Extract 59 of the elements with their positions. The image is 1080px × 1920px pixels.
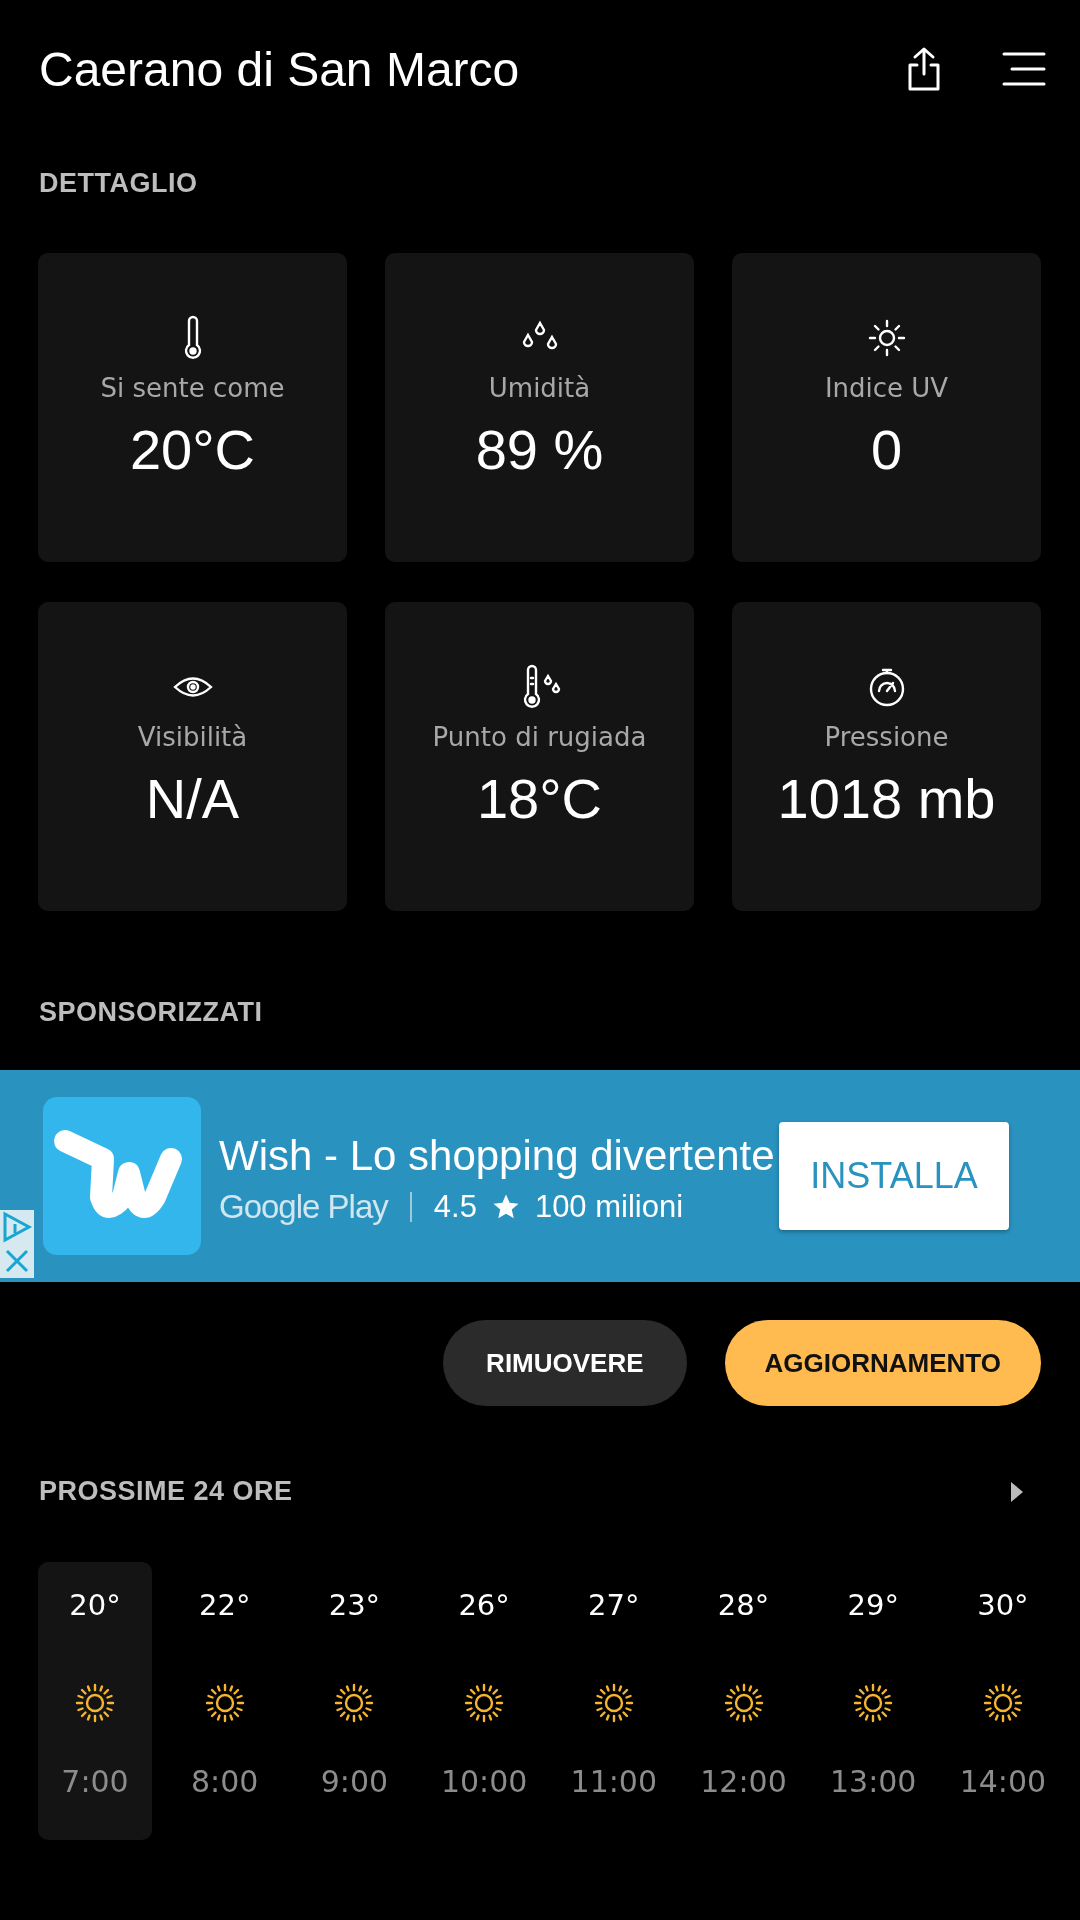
install-button[interactable]: INSTALLA bbox=[779, 1122, 1009, 1230]
hour-time: 8:00 bbox=[191, 1764, 259, 1799]
detail-label: Visibilità bbox=[137, 722, 248, 752]
hour-temp: 28° bbox=[717, 1588, 770, 1624]
detail-value: 89 % bbox=[475, 417, 604, 482]
download-count: 100 milioni bbox=[534, 1189, 684, 1225]
detail-label: Punto di rugiada bbox=[432, 722, 647, 752]
app-icon bbox=[43, 1097, 201, 1255]
detail-label: Pressione bbox=[824, 722, 949, 752]
store-name: Google Play bbox=[219, 1188, 388, 1226]
hour-temp: 23° bbox=[328, 1588, 381, 1624]
update-button[interactable]: AGGIORNAMENTO bbox=[724, 1320, 1041, 1406]
hour-item[interactable]: 20° 7:00 bbox=[38, 1562, 152, 1840]
rating-value: 4.5 bbox=[433, 1189, 477, 1225]
hour-item[interactable]: 27° 11:00 bbox=[556, 1562, 671, 1840]
sun-icon bbox=[333, 1682, 376, 1724]
hour-item[interactable]: 22° 8:00 bbox=[167, 1562, 282, 1840]
hour-time: 12:00 bbox=[700, 1764, 787, 1799]
caret-right-icon[interactable] bbox=[1010, 1480, 1024, 1503]
detail-value: 0 bbox=[870, 417, 903, 482]
hour-time: 11:00 bbox=[570, 1764, 658, 1799]
remove-button[interactable]: RIMUOVERE bbox=[443, 1320, 687, 1406]
sun-icon bbox=[981, 1682, 1024, 1724]
detail-value: 1018 mb bbox=[777, 766, 996, 831]
sun-icon bbox=[463, 1682, 506, 1724]
sun-icon bbox=[852, 1682, 895, 1724]
hour-temp: 22° bbox=[199, 1588, 251, 1624]
hour-item[interactable]: 23° 9:00 bbox=[297, 1562, 412, 1840]
sun-icon bbox=[592, 1682, 635, 1724]
section-heading: SPONSORIZZATI bbox=[39, 997, 264, 1028]
detail-label: Si sente come bbox=[100, 373, 285, 403]
city-title: Caerano di San Marco bbox=[39, 41, 520, 97]
section-heading: PROSSIME 24 ORE bbox=[39, 1476, 293, 1507]
detail-label: Indice UV bbox=[824, 373, 949, 403]
detail-value: 20°C bbox=[129, 417, 256, 482]
hour-time: 10:00 bbox=[440, 1764, 528, 1799]
sun-icon bbox=[203, 1682, 246, 1724]
hour-temp: 29° bbox=[847, 1588, 899, 1624]
hour-time: 7:00 bbox=[61, 1764, 129, 1799]
sun-icon bbox=[722, 1682, 765, 1724]
hour-item[interactable]: 28° 12:00 bbox=[686, 1562, 801, 1840]
ad-title: Wish - Lo shopping divertente bbox=[219, 1131, 776, 1181]
detail-label: Umidità bbox=[488, 373, 591, 403]
section-heading: DETTAGLIO bbox=[39, 168, 199, 199]
ad-banner[interactable]: Wish - Lo shopping divertente Google Play 4.5 100 milioni INSTALLA bbox=[0, 1070, 1080, 1282]
hour-temp: 20° bbox=[69, 1588, 121, 1624]
hour-item[interactable]: 26° 10:00 bbox=[427, 1562, 542, 1840]
menu-icon[interactable] bbox=[1002, 51, 1046, 87]
hour-time: 13:00 bbox=[830, 1764, 917, 1799]
hour-temp: 26° bbox=[458, 1588, 510, 1624]
hour-temp: 30° bbox=[977, 1588, 1029, 1624]
hour-time: 14:00 bbox=[959, 1764, 1047, 1799]
hour-item[interactable]: 30° 14:00 bbox=[945, 1562, 1060, 1840]
sun-icon bbox=[74, 1682, 116, 1724]
hour-temp: 27° bbox=[588, 1588, 640, 1624]
hour-item[interactable]: 29° 13:00 bbox=[816, 1562, 931, 1840]
detail-value: N/A bbox=[145, 766, 240, 831]
hour-time: 9:00 bbox=[320, 1764, 389, 1799]
detail-value: 18°C bbox=[476, 766, 603, 831]
